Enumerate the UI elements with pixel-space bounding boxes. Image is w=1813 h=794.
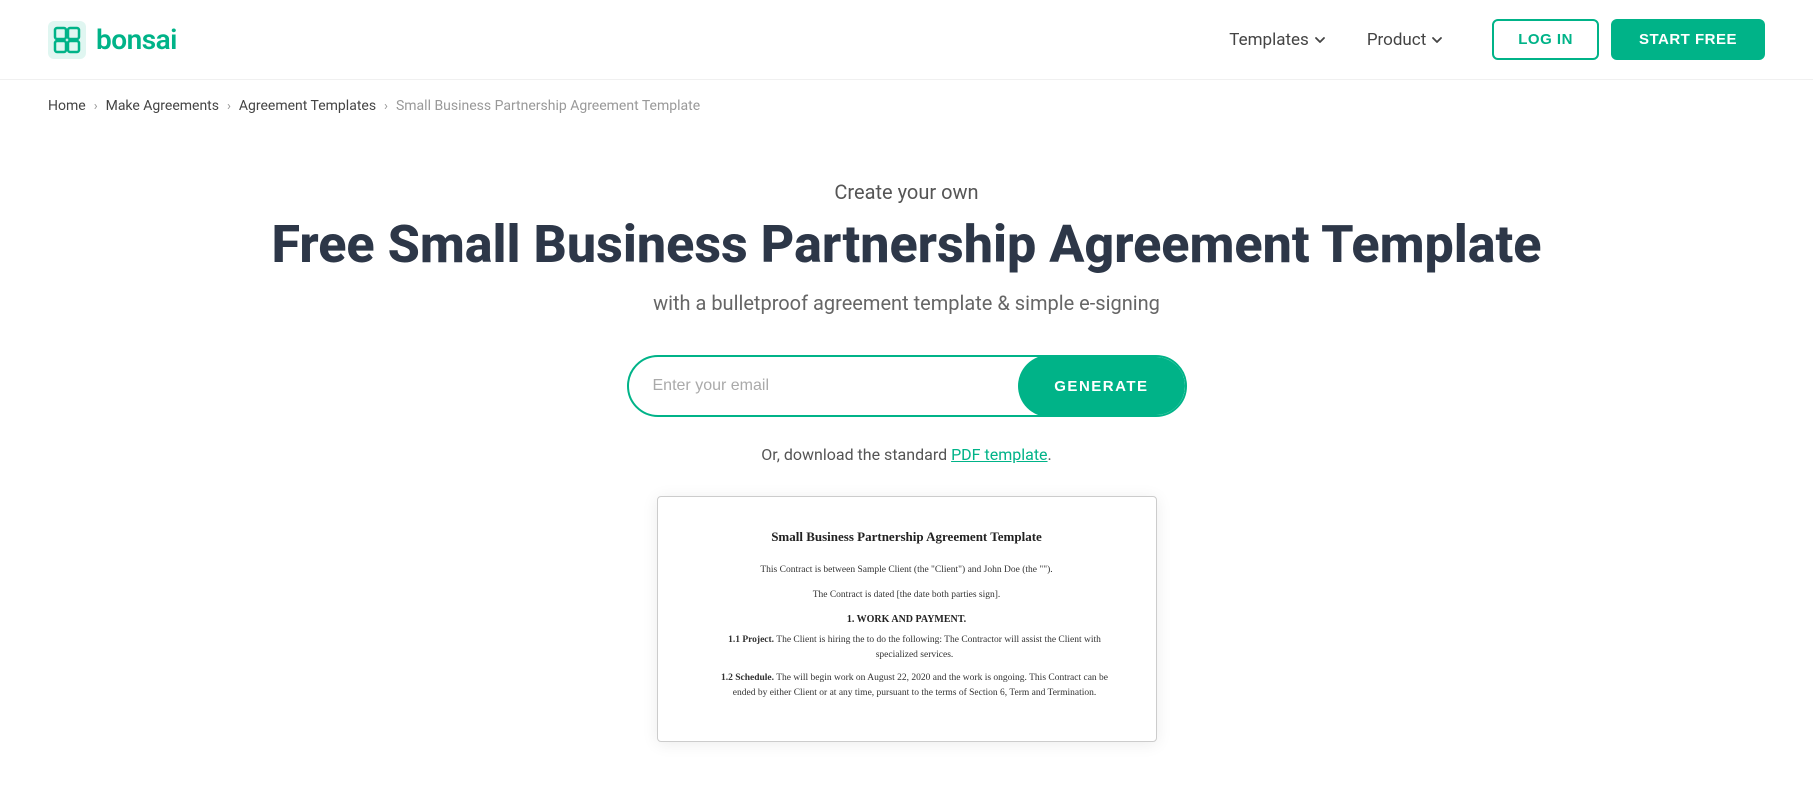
doc-sub-1-title: 1.1 Project. (728, 635, 774, 645)
breadcrumb-current: Small Business Partnership Agreement Tem… (396, 98, 700, 114)
logo-text: bonsai (96, 23, 177, 56)
doc-sub-2-title: 1.2 Schedule. (721, 673, 774, 683)
email-input[interactable] (653, 377, 1019, 395)
hero-desc-part2: & simple e-signing (997, 291, 1160, 315)
hero-title: Free Small Business Partnership Agreemen… (20, 216, 1793, 273)
nav-templates-label: Templates (1229, 30, 1309, 50)
hero-section: Create your own Free Small Business Part… (0, 132, 1813, 794)
doc-paragraph-1: This Contract is between Sample Client (… (698, 563, 1116, 578)
breadcrumb-agreement-templates[interactable]: Agreement Templates (239, 98, 376, 114)
login-button[interactable]: LOG IN (1492, 19, 1599, 60)
chevron-down-icon-product (1430, 33, 1444, 47)
doc-sub-2-text: The will begin work on August 22, 2020 a… (733, 673, 1108, 698)
nav-product[interactable]: Product (1351, 22, 1460, 58)
email-form-container: GENERATE (20, 355, 1793, 417)
nav-templates[interactable]: Templates (1213, 22, 1343, 58)
pdf-download-text: Or, download the standard PDF template. (20, 445, 1793, 464)
doc-paragraph-2: The Contract is dated [the date both par… (698, 588, 1116, 603)
breadcrumb: Home › Make Agreements › Agreement Templ… (0, 80, 1813, 132)
doc-section-1-title: 1. WORK AND PAYMENT. (698, 614, 1116, 625)
main-nav: Templates Product LOG IN START FREE (1213, 19, 1765, 60)
email-form: GENERATE (627, 355, 1187, 417)
doc-title: Small Business Partnership Agreement Tem… (698, 529, 1116, 545)
doc-sub-item-2: 1.2 Schedule. The will begin work on Aug… (698, 671, 1116, 701)
document-preview: Small Business Partnership Agreement Tem… (657, 496, 1157, 742)
bonsai-logo-icon (48, 21, 86, 59)
breadcrumb-home[interactable]: Home (48, 98, 86, 114)
chevron-down-icon (1313, 33, 1327, 47)
start-free-button[interactable]: START FREE (1611, 19, 1765, 60)
breadcrumb-sep-2: › (227, 99, 231, 114)
nav-product-label: Product (1367, 30, 1426, 50)
pdf-download-link[interactable]: PDF template (951, 445, 1047, 464)
breadcrumb-make-agreements[interactable]: Make Agreements (106, 98, 219, 114)
document-preview-wrapper: Small Business Partnership Agreement Tem… (20, 496, 1793, 762)
logo[interactable]: bonsai (48, 21, 177, 59)
doc-sub-1-text: The Client is hiring the to do the follo… (776, 635, 1101, 660)
breadcrumb-sep-1: › (94, 99, 98, 114)
pdf-link-label: Or, download the standard (761, 445, 951, 464)
breadcrumb-sep-3: › (384, 99, 388, 114)
hero-subtitle: Create your own (20, 180, 1793, 204)
hero-description: with a bulletproof agreement template & … (20, 291, 1793, 315)
doc-sub-item-1: 1.1 Project. The Client is hiring the to… (698, 633, 1116, 663)
pdf-link-period: . (1048, 445, 1052, 464)
nav-buttons: LOG IN START FREE (1492, 19, 1765, 60)
hero-desc-part1: with a bulletproof agreement template (653, 291, 992, 315)
generate-button[interactable]: GENERATE (1018, 355, 1184, 417)
